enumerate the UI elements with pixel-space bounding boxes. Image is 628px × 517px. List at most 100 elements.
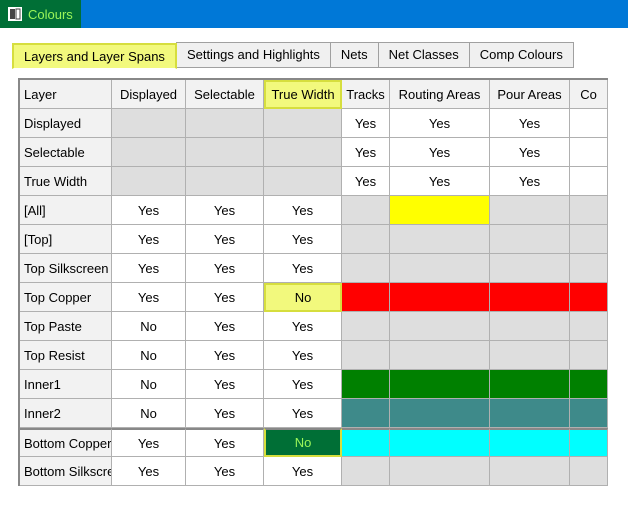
cell-truewidth[interactable]: No [264, 428, 342, 457]
cell-displayed[interactable] [112, 167, 186, 196]
cell-colour-tracks[interactable] [342, 312, 390, 341]
col-header-pour[interactable]: Pour Areas [490, 80, 570, 109]
cell-selectable[interactable]: Yes [186, 196, 264, 225]
cell-selectable[interactable]: Yes [186, 225, 264, 254]
cell-colour-routing[interactable] [390, 428, 490, 457]
row-header[interactable]: Top Paste [20, 312, 112, 341]
cell-truewidth[interactable]: Yes [264, 370, 342, 399]
cell-displayed[interactable]: Yes [112, 428, 186, 457]
cell-displayed[interactable]: Yes [112, 457, 186, 486]
cell-colour-pour[interactable] [490, 370, 570, 399]
cell-selectable[interactable]: Yes [186, 341, 264, 370]
cell-colour-co[interactable] [570, 196, 608, 225]
cell-colour-routing[interactable] [390, 370, 490, 399]
row-header[interactable]: Displayed [20, 109, 112, 138]
cell-pour[interactable]: Yes [490, 138, 570, 167]
cell-tracks[interactable]: Yes [342, 109, 390, 138]
row-header[interactable]: [Top] [20, 225, 112, 254]
cell-colour-routing[interactable] [390, 312, 490, 341]
cell-colour-co[interactable] [570, 399, 608, 428]
cell-truewidth[interactable] [264, 109, 342, 138]
row-header[interactable]: Selectable [20, 138, 112, 167]
cell-colour-routing[interactable] [390, 341, 490, 370]
tab-settings[interactable]: Settings and Highlights [176, 42, 331, 68]
cell-colour-pour[interactable] [490, 283, 570, 312]
cell-colour-co[interactable] [570, 312, 608, 341]
cell-routing[interactable]: Yes [390, 167, 490, 196]
cell-pour[interactable]: Yes [490, 109, 570, 138]
cell-displayed[interactable]: Yes [112, 254, 186, 283]
cell-pour[interactable]: Yes [490, 167, 570, 196]
col-header-layer[interactable]: Layer [20, 80, 112, 109]
row-header[interactable]: Inner2 [20, 399, 112, 428]
cell-displayed[interactable]: No [112, 399, 186, 428]
cell-truewidth[interactable]: Yes [264, 196, 342, 225]
cell-colour-routing[interactable] [390, 399, 490, 428]
tab-compcolours[interactable]: Comp Colours [469, 42, 574, 68]
cell-displayed[interactable]: No [112, 370, 186, 399]
cell-co[interactable] [570, 109, 608, 138]
cell-colour-tracks[interactable] [342, 341, 390, 370]
cell-colour-tracks[interactable] [342, 370, 390, 399]
cell-colour-tracks[interactable] [342, 196, 390, 225]
cell-truewidth[interactable]: Yes [264, 399, 342, 428]
cell-truewidth[interactable]: Yes [264, 254, 342, 283]
row-header[interactable]: Top Resist [20, 341, 112, 370]
cell-colour-routing[interactable] [390, 254, 490, 283]
col-header-tracks[interactable]: Tracks [342, 80, 390, 109]
cell-colour-co[interactable] [570, 457, 608, 486]
cell-routing[interactable]: Yes [390, 109, 490, 138]
cell-truewidth[interactable] [264, 167, 342, 196]
cell-colour-pour[interactable] [490, 341, 570, 370]
cell-colour-tracks[interactable] [342, 457, 390, 486]
cell-truewidth[interactable]: No [264, 283, 342, 312]
tab-layers[interactable]: Layers and Layer Spans [12, 43, 177, 69]
cell-colour-pour[interactable] [490, 254, 570, 283]
row-header[interactable]: True Width [20, 167, 112, 196]
cell-colour-co[interactable] [570, 341, 608, 370]
col-header-displayed[interactable]: Displayed [112, 80, 186, 109]
tab-nets[interactable]: Nets [330, 42, 379, 68]
cell-colour-routing[interactable] [390, 457, 490, 486]
cell-truewidth[interactable]: Yes [264, 225, 342, 254]
cell-displayed[interactable]: Yes [112, 283, 186, 312]
cell-colour-co[interactable] [570, 283, 608, 312]
cell-selectable[interactable]: Yes [186, 399, 264, 428]
cell-selectable[interactable]: Yes [186, 312, 264, 341]
cell-selectable[interactable]: Yes [186, 428, 264, 457]
cell-colour-tracks[interactable] [342, 399, 390, 428]
cell-colour-tracks[interactable] [342, 428, 390, 457]
cell-colour-pour[interactable] [490, 457, 570, 486]
cell-colour-pour[interactable] [490, 428, 570, 457]
cell-colour-pour[interactable] [490, 225, 570, 254]
cell-colour-co[interactable] [570, 428, 608, 457]
cell-selectable[interactable] [186, 167, 264, 196]
col-header-co[interactable]: Co [570, 80, 608, 109]
cell-truewidth[interactable] [264, 138, 342, 167]
cell-routing[interactable]: Yes [390, 138, 490, 167]
cell-colour-routing[interactable] [390, 196, 490, 225]
cell-selectable[interactable] [186, 138, 264, 167]
cell-selectable[interactable]: Yes [186, 457, 264, 486]
cell-displayed[interactable]: No [112, 312, 186, 341]
row-header[interactable]: [All] [20, 196, 112, 225]
cell-displayed[interactable] [112, 109, 186, 138]
col-header-routing[interactable]: Routing Areas [390, 80, 490, 109]
row-header[interactable]: Bottom Silkscreen [20, 457, 112, 486]
tab-netclasses[interactable]: Net Classes [378, 42, 470, 68]
cell-colour-tracks[interactable] [342, 283, 390, 312]
cell-colour-tracks[interactable] [342, 225, 390, 254]
cell-colour-routing[interactable] [390, 283, 490, 312]
cell-colour-tracks[interactable] [342, 254, 390, 283]
cell-tracks[interactable]: Yes [342, 138, 390, 167]
cell-displayed[interactable]: No [112, 341, 186, 370]
cell-truewidth[interactable]: Yes [264, 341, 342, 370]
cell-selectable[interactable] [186, 109, 264, 138]
col-header-selectable[interactable]: Selectable [186, 80, 264, 109]
cell-truewidth[interactable]: Yes [264, 312, 342, 341]
cell-colour-pour[interactable] [490, 196, 570, 225]
cell-colour-co[interactable] [570, 254, 608, 283]
cell-selectable[interactable]: Yes [186, 370, 264, 399]
cell-displayed[interactable] [112, 138, 186, 167]
cell-displayed[interactable]: Yes [112, 196, 186, 225]
